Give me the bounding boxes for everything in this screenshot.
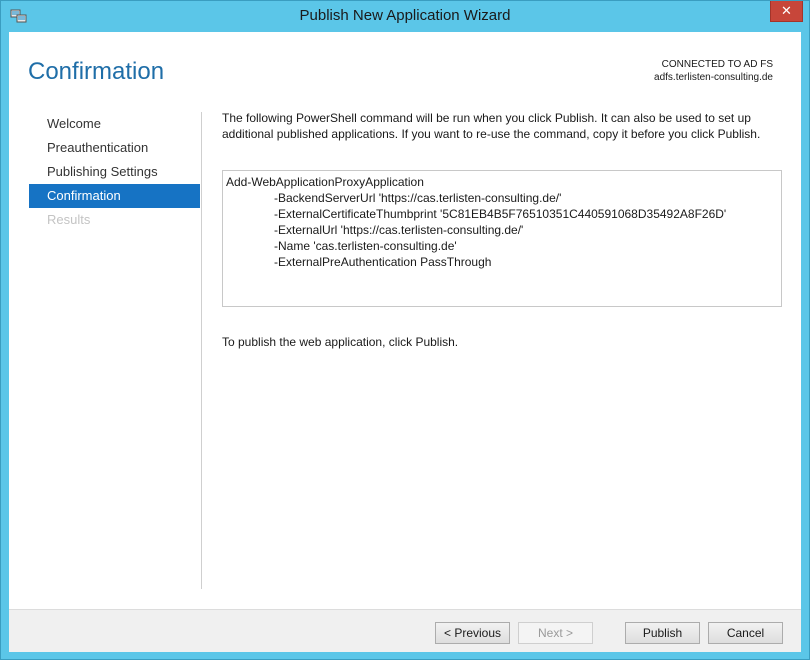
- connection-status: CONNECTED TO AD FS adfs.terlisten-consul…: [654, 58, 773, 84]
- connection-host: adfs.terlisten-consulting.de: [654, 72, 773, 83]
- page-title: Confirmation: [28, 58, 165, 85]
- publish-button[interactable]: Publish: [625, 622, 700, 644]
- wizard-window: Publish New Application Wizard ✕ Confirm…: [0, 0, 810, 660]
- wizard-footer: < Previous Next > Publish Cancel: [9, 609, 801, 652]
- nav-divider: [201, 112, 202, 589]
- command-param-backend-url: -BackendServerUrl 'https://cas.terlisten…: [274, 191, 562, 205]
- command-param-external-url: -ExternalUrl 'https://cas.terlisten-cons…: [274, 223, 524, 237]
- command-param-cert-thumbprint: -ExternalCertificateThumbprint '5C81EB4B…: [274, 207, 727, 221]
- command-param-name: -Name 'cas.terlisten-consulting.de': [274, 239, 457, 253]
- command-param-preauth: -ExternalPreAuthentication PassThrough: [274, 255, 492, 269]
- publish-hint: To publish the web application, click Pu…: [222, 335, 459, 349]
- intro-text: The following PowerShell command will be…: [222, 111, 761, 141]
- wizard-client-area: Confirmation CONNECTED TO AD FS adfs.ter…: [9, 32, 801, 652]
- cancel-button[interactable]: Cancel: [708, 622, 783, 644]
- title-bar[interactable]: Publish New Application Wizard ✕: [1, 1, 809, 32]
- nav-item-preauthentication[interactable]: Preauthentication: [29, 136, 200, 160]
- window-title: Publish New Application Wizard: [299, 7, 511, 24]
- close-button[interactable]: ✕: [770, 1, 803, 22]
- wizard-steps-nav: Welcome Preauthentication Publishing Set…: [29, 112, 200, 232]
- main-content: The following PowerShell command will be…: [222, 110, 782, 349]
- nav-item-results: Results: [47, 212, 91, 227]
- powershell-command-box[interactable]: Add-WebApplicationProxyApplication -Back…: [222, 170, 782, 307]
- connection-label: CONNECTED TO AD FS: [661, 59, 773, 70]
- previous-button[interactable]: < Previous: [435, 622, 510, 644]
- nav-item-confirmation[interactable]: Confirmation: [29, 184, 200, 208]
- nav-item-publishing-settings[interactable]: Publishing Settings: [29, 160, 200, 184]
- nav-item-welcome[interactable]: Welcome: [29, 112, 200, 136]
- next-button: Next >: [518, 622, 593, 644]
- command-cmdlet: Add-WebApplicationProxyApplication: [226, 175, 424, 189]
- close-icon: ✕: [781, 3, 792, 18]
